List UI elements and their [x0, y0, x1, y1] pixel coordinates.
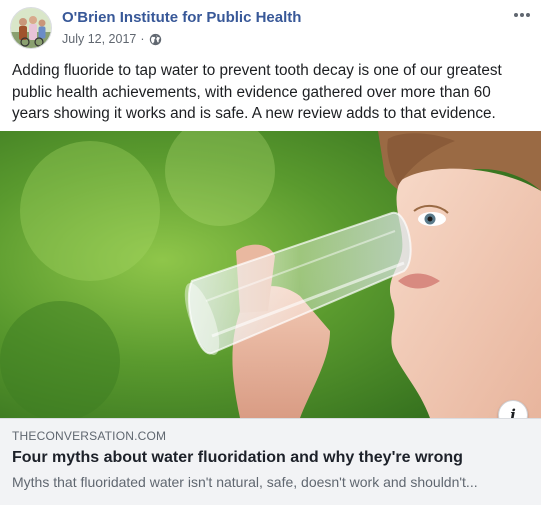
link-preview-image[interactable] [0, 131, 541, 418]
post-date-link[interactable]: July 12, 2017 [62, 32, 136, 46]
link-title[interactable]: Four myths about water fluoridation and … [12, 449, 463, 467]
post-header: O'Brien Institute for Public Health July… [0, 0, 541, 58]
link-preview-meta[interactable]: THECONVERSATION.COM Four myths about wat… [0, 418, 541, 505]
link-preview-card[interactable]: i THECONVERSATION.COM Four myths about w… [0, 131, 541, 505]
child-drinking-water-image [0, 131, 541, 418]
link-domain: THECONVERSATION.COM [12, 429, 167, 443]
page-avatar[interactable] [10, 7, 52, 49]
globe-icon[interactable] [149, 33, 162, 46]
more-options-icon[interactable] [511, 6, 533, 24]
post-message: Adding fluoride to tap water to prevent … [12, 62, 502, 122]
post-meta: July 12, 2017 · [62, 32, 162, 46]
link-description: Myths that fluoridated water isn't natur… [12, 474, 478, 490]
avatar-image [11, 8, 51, 48]
meta-separator: · [140, 32, 145, 46]
page-name-link[interactable]: O'Brien Institute for Public Health [62, 9, 301, 26]
